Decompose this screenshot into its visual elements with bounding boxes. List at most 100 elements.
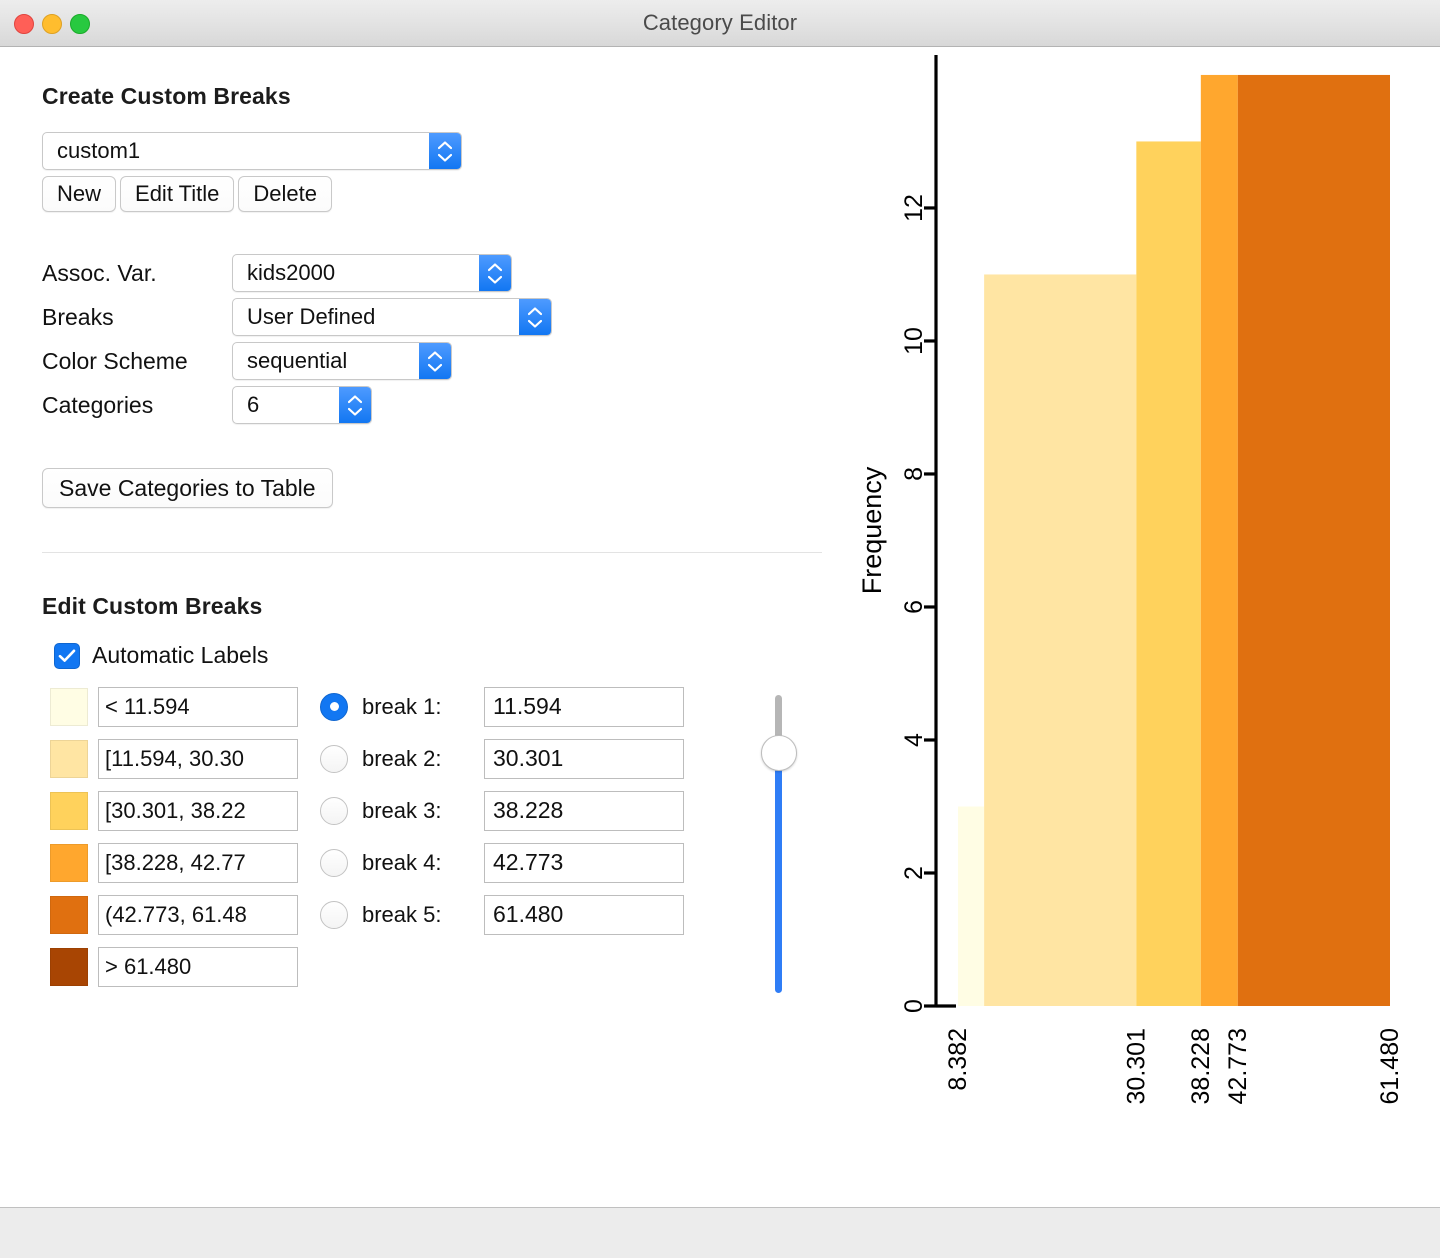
- break-values-list: break 1: 11.594 break 2: 30.301 break 3:…: [320, 683, 684, 990]
- field-categories: 6: [232, 386, 840, 424]
- window-titlebar: Category Editor: [0, 0, 1440, 47]
- y-axis-tick-label: 6: [900, 600, 928, 614]
- legend-item: [11.594, 30.30: [50, 735, 298, 782]
- maximize-button[interactable]: [70, 13, 90, 34]
- category-color-swatch[interactable]: [50, 739, 88, 778]
- histogram-bar: [958, 806, 985, 1006]
- break-row: break 5: 61.480: [320, 891, 684, 938]
- category-label-input[interactable]: (42.773, 61.48: [98, 894, 298, 935]
- category-label-input[interactable]: > 61.480: [98, 946, 298, 987]
- window-controls: [14, 0, 90, 47]
- category-color-swatch[interactable]: [50, 947, 88, 986]
- y-axis-ticks: 0 2 4 6 8 10 12: [900, 194, 936, 1013]
- chevron-updown-icon: [419, 343, 451, 379]
- break-value-input-4[interactable]: 42.773: [484, 842, 684, 883]
- legend-item: > 61.480: [50, 943, 298, 990]
- create-custom-breaks-heading: Create Custom Breaks: [42, 83, 291, 109]
- break-label-1: break 1:: [362, 693, 442, 719]
- save-row: Save Categories to Table: [42, 468, 840, 508]
- preset-row: custom1: [42, 132, 840, 170]
- category-label-input[interactable]: [30.301, 38.22: [98, 790, 298, 831]
- histogram-panel: 0 2 4 6 8 10 12 8.382 30.301 38.228 42.773 61.480 Fr…: [840, 47, 1440, 1207]
- break-value-input-5[interactable]: 61.480: [484, 894, 684, 935]
- break-radio-4[interactable]: [320, 848, 348, 877]
- category-label-input[interactable]: [11.594, 30.30: [98, 738, 298, 779]
- radio-dot-icon: [329, 702, 339, 711]
- edit-custom-breaks-section: Edit Custom Breaks Automatic Labels < 11…: [42, 593, 840, 993]
- category-color-swatch[interactable]: [50, 687, 88, 726]
- break-row: break 2: 30.301: [320, 735, 684, 782]
- x-axis-tick-label: 30.301: [1122, 1028, 1150, 1104]
- window-body: Create Custom Breaks custom1 New Edit Ti…: [0, 47, 1440, 1207]
- x-axis-tick-labels: 8.382 30.301 38.228 42.773 61.480: [944, 1028, 1404, 1104]
- settings-form: Assoc. Var. kids2000 Breaks User Defined…: [42, 254, 840, 424]
- new-button[interactable]: New: [42, 176, 117, 212]
- histogram-bar: [1237, 74, 1390, 1006]
- label-assoc-var: Assoc. Var.: [42, 259, 157, 286]
- legend-item: [38.228, 42.77: [50, 839, 298, 886]
- frequency-histogram: 0 2 4 6 8 10 12 8.382 30.301 38.228 42.773 61.480 Fr…: [857, 55, 1404, 1104]
- select-categories[interactable]: 6: [232, 386, 372, 424]
- break-position-slider[interactable]: [739, 695, 819, 995]
- break-radio-3[interactable]: [320, 796, 348, 825]
- category-color-swatch[interactable]: [50, 791, 88, 830]
- select-assoc-var[interactable]: kids2000: [232, 254, 512, 292]
- edit-title-button[interactable]: Edit Title: [120, 176, 235, 212]
- automatic-labels-checkbox[interactable]: [54, 642, 80, 669]
- histogram-bar: [984, 274, 1137, 1006]
- histogram-bar: [1136, 141, 1201, 1007]
- label-color-scheme: Color Scheme: [42, 347, 188, 374]
- select-breaks-value: User Defined: [247, 304, 376, 329]
- break-radio-5[interactable]: [320, 900, 348, 929]
- y-axis-tick-label: 2: [900, 866, 928, 880]
- y-axis-tick-label: 8: [900, 467, 928, 481]
- field-color-scheme: sequential: [232, 342, 840, 380]
- break-value-input-3[interactable]: 38.228: [484, 790, 684, 831]
- category-label-input[interactable]: < 11.594: [98, 686, 298, 727]
- break-label-3: break 3:: [362, 797, 442, 823]
- save-categories-to-table-button[interactable]: Save Categories to Table: [42, 468, 333, 508]
- edit-custom-breaks-heading: Edit Custom Breaks: [42, 593, 263, 619]
- custom-breaks-preset-select[interactable]: custom1: [42, 132, 462, 170]
- break-radio-1[interactable]: [320, 692, 348, 721]
- break-value-input-1[interactable]: 11.594: [484, 686, 684, 727]
- histogram-bars: [958, 74, 1390, 1007]
- select-color-scheme-value: sequential: [247, 348, 348, 373]
- select-breaks[interactable]: User Defined: [232, 298, 552, 336]
- category-color-swatch[interactable]: [50, 895, 88, 934]
- select-assoc-var-value: kids2000: [247, 260, 336, 285]
- preset-select-value: custom1: [57, 138, 141, 163]
- chevron-updown-icon: [479, 255, 511, 291]
- x-axis-tick-label: 8.382: [944, 1028, 972, 1091]
- break-value-input-2[interactable]: 30.301: [484, 738, 684, 779]
- break-label-5: break 5:: [362, 901, 442, 927]
- legend-item: [30.301, 38.22: [50, 787, 298, 834]
- window-title: Category Editor: [642, 10, 798, 35]
- automatic-labels-row[interactable]: Automatic Labels: [54, 642, 840, 669]
- y-axis-title: Frequency: [857, 466, 887, 594]
- category-label-input[interactable]: [38.228, 42.77: [98, 842, 298, 883]
- checkmark-icon: [58, 649, 76, 662]
- legend-item: (42.773, 61.48: [50, 891, 298, 938]
- break-row: break 3: 38.228: [320, 787, 684, 834]
- x-axis-tick-label: 42.773: [1224, 1028, 1252, 1104]
- y-axis-tick-label: 10: [900, 327, 928, 355]
- label-categories: Categories: [42, 391, 154, 418]
- minimize-button[interactable]: [42, 13, 62, 34]
- legend-item: < 11.594: [50, 683, 298, 730]
- break-label-2: break 2:: [362, 745, 442, 771]
- category-color-swatch[interactable]: [50, 843, 88, 882]
- break-label-4: break 4:: [362, 849, 442, 875]
- left-panel: Create Custom Breaks custom1 New Edit Ti…: [0, 47, 840, 1207]
- category-legend-list: < 11.594 [11.594, 30.30 [30.301, 38.22 […: [50, 683, 298, 990]
- category-editor-window: Category Editor Create Custom Breaks cus…: [0, 0, 1440, 1258]
- slider-handle[interactable]: [761, 735, 797, 771]
- slider-track-lower: [775, 765, 782, 993]
- delete-button[interactable]: Delete: [238, 176, 332, 212]
- y-axis-tick-label: 4: [900, 733, 928, 747]
- select-color-scheme[interactable]: sequential: [232, 342, 452, 380]
- break-row: break 1: 11.594: [320, 683, 684, 730]
- close-button[interactable]: [14, 13, 34, 34]
- field-assoc-var: kids2000: [232, 254, 840, 292]
- break-radio-2[interactable]: [320, 744, 348, 773]
